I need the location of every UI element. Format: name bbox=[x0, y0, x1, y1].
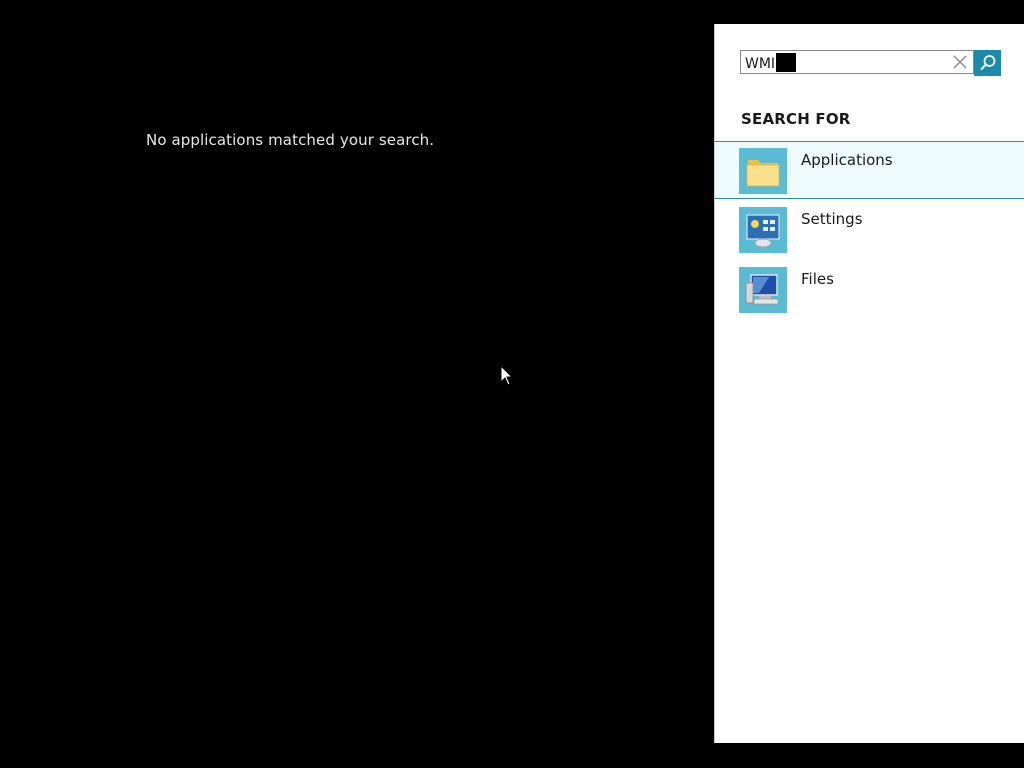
control-panel-icon bbox=[739, 207, 787, 253]
search-icon bbox=[980, 55, 996, 71]
category-label: Applications bbox=[801, 151, 893, 169]
close-icon[interactable] bbox=[952, 54, 968, 70]
search-submit-button[interactable] bbox=[974, 50, 1001, 76]
search-query-text: WMI bbox=[745, 53, 797, 73]
search-for-heading: SEARCH FOR bbox=[741, 110, 851, 128]
category-applications[interactable]: Applications bbox=[715, 141, 1024, 199]
category-files[interactable]: Files bbox=[715, 261, 1024, 319]
search-input[interactable]: WMI bbox=[740, 50, 974, 74]
text-selection-caret bbox=[776, 53, 797, 72]
computer-files-icon bbox=[739, 267, 787, 313]
no-results-message: No applications matched your search. bbox=[146, 131, 435, 149]
category-label: Files bbox=[801, 270, 834, 288]
search-charm-pane: WMI SEARCH FOR Applications Settings Fil… bbox=[714, 24, 1024, 743]
category-label: Settings bbox=[801, 210, 863, 228]
folder-icon bbox=[739, 148, 787, 194]
mouse-cursor-icon bbox=[500, 365, 514, 386]
category-settings[interactable]: Settings bbox=[715, 201, 1024, 259]
